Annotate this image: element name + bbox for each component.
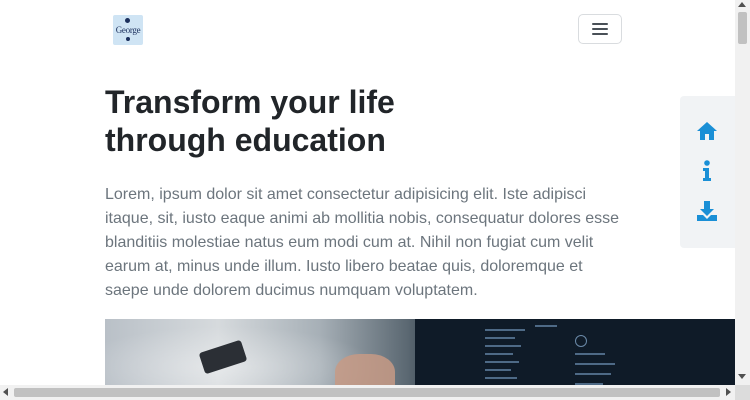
side-toolbar [680,96,735,248]
navbar-toggle-button[interactable] [578,14,622,44]
image-hand [335,354,395,385]
home-button[interactable] [694,118,720,144]
page-viewport: George Transform your life through educa… [0,0,735,385]
hero-image [105,319,735,385]
scrollbar-corner [735,385,750,400]
download-icon [697,201,717,221]
info-button[interactable] [694,158,720,184]
logo-mark-top [125,18,130,23]
image-laptop-screen [415,319,735,385]
scroll-right-arrow-icon[interactable] [726,388,731,396]
download-button[interactable] [694,198,720,224]
hero-paragraph: Lorem, ipsum dolor sit amet consectetur … [105,186,620,299]
vertical-scrollbar[interactable] [735,0,750,385]
hamburger-icon [592,23,608,35]
info-icon [703,160,711,181]
horizontal-scrollbar[interactable] [0,385,735,400]
logo-text: George [115,25,141,35]
vertical-scroll-thumb[interactable] [738,12,747,44]
home-icon [697,122,717,140]
horizontal-scroll-thumb[interactable] [14,388,720,397]
hero-title: Transform your life through education [105,84,395,158]
scroll-down-arrow-icon[interactable] [738,374,746,379]
brand-logo[interactable]: George [113,15,143,45]
scroll-up-arrow-icon[interactable] [738,2,746,7]
scroll-left-arrow-icon[interactable] [3,388,8,396]
logo-mark-bottom [126,37,130,41]
